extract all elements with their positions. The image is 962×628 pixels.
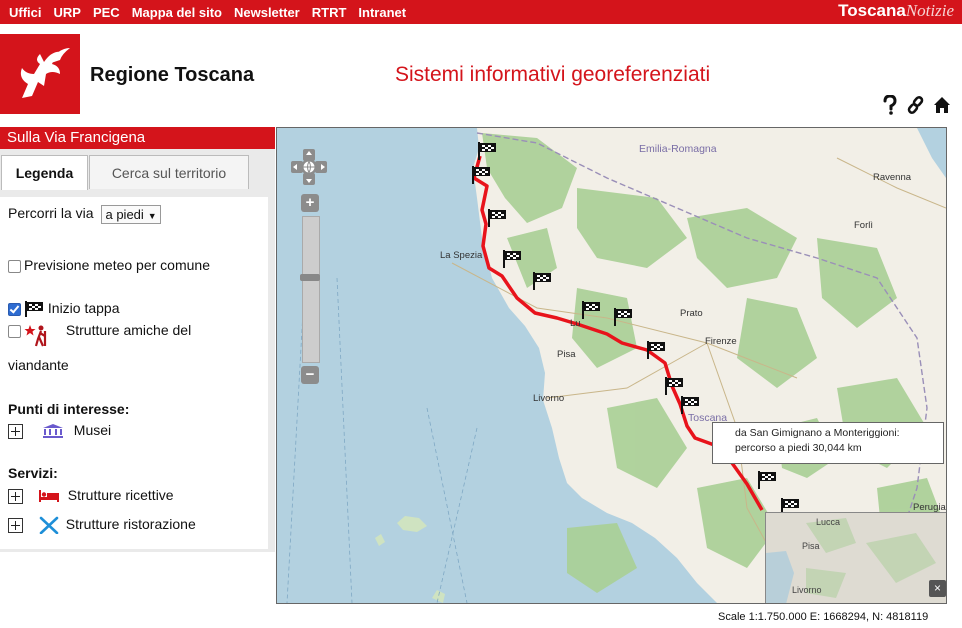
expand-musei-button[interactable]: [8, 423, 23, 439]
percorri-select-value: a piedi: [105, 207, 144, 222]
label-lucca-fragment: Lu: [570, 318, 581, 329]
meteo-row: Previsione meteo per comune: [8, 257, 210, 273]
zoom-in-button[interactable]: +: [301, 194, 319, 212]
overview-label-lucca: Lucca: [816, 517, 840, 527]
strutture-amiche-checkbox[interactable]: [8, 324, 21, 338]
nav-intranet[interactable]: Intranet: [358, 5, 406, 20]
nav-uffici[interactable]: Uffici: [9, 5, 42, 20]
popup-line-2: percorso a piedi 30,044 km: [735, 442, 862, 454]
zoom-slider-handle[interactable]: [300, 274, 320, 281]
servizi-header: Servizi:: [8, 465, 58, 481]
label-pisa: Pisa: [557, 349, 576, 360]
meteo-checkbox[interactable]: [8, 259, 21, 273]
tab-cerca-sul-territorio[interactable]: Cerca sul territorio: [89, 155, 249, 189]
overview-basemap: Lucca Pisa Livorno: [766, 513, 946, 603]
site-title: Regione Toscana: [90, 64, 255, 86]
flag-marker[interactable]: [533, 272, 551, 290]
label-livorno: Livorno: [533, 393, 564, 404]
panel-title: Sulla Via Francigena: [0, 127, 275, 149]
overview-label-livorno: Livorno: [792, 585, 822, 595]
inizio-row: Inizio tappa: [8, 300, 120, 318]
nav-rtrt[interactable]: RTRT: [312, 5, 347, 20]
strutture-amiche-label-2: viandante: [8, 357, 69, 373]
percorri-label: Percorri la via: [8, 205, 94, 222]
brand-bold: Toscana: [838, 1, 906, 20]
zoom-slider[interactable]: [302, 216, 320, 363]
hiker-icon: [24, 325, 47, 347]
expand-ricettive-button[interactable]: [8, 488, 23, 504]
inizio-tappa-checkbox[interactable]: [8, 302, 21, 316]
legend-body: Percorri la via a piedi ▼ Previsione mete…: [0, 197, 268, 549]
chevron-down-icon: ▼: [147, 211, 157, 221]
museum-icon: [42, 424, 63, 439]
stage-popup: da San Gimignano a Monteriggioni: percor…: [712, 422, 944, 464]
musei-label: Musei: [73, 422, 112, 438]
strutture-amiche-row-2: viandante: [8, 357, 69, 373]
toscana-notizie-link[interactable]: ToscanaNotizie: [838, 1, 954, 21]
pan-control[interactable]: [291, 149, 327, 185]
percorri-row: Percorri la via a piedi ▼: [8, 205, 161, 224]
nav-urp[interactable]: URP: [54, 5, 81, 20]
ricettive-row: Strutture ricettive: [8, 487, 174, 504]
home-icon[interactable]: [932, 94, 952, 116]
expand-ristorazione-button[interactable]: [8, 517, 23, 533]
nav-pec[interactable]: PEC: [93, 5, 120, 20]
top-nav: Uffici URP PEC Mappa del sito Newsletter…: [6, 0, 415, 24]
scale-coordinates: Scale 1:1.750.000 E: 1668294, N: 4818119: [718, 611, 929, 623]
legend-panel: Sulla Via Francigena Legenda Cerca sul t…: [0, 127, 275, 552]
musei-row: Musei: [8, 422, 111, 439]
zoom-out-button[interactable]: −: [301, 366, 319, 384]
label-prato: Prato: [680, 308, 703, 319]
label-emilia-romagna: Emilia-Romagna: [639, 143, 717, 155]
app-title: Sistemi informativi georeferenziati: [395, 63, 711, 86]
flag-marker[interactable]: [758, 471, 776, 489]
link-icon[interactable]: [906, 94, 926, 116]
ricettive-label: Strutture ricettive: [67, 487, 174, 503]
popup-line-1: da San Gimignano a Monteriggioni:: [735, 427, 900, 439]
overview-map[interactable]: Lucca Pisa Livorno: [765, 512, 946, 603]
cutlery-icon: [39, 516, 59, 535]
label-la-spezia: La Spezia: [440, 250, 483, 261]
ristorazione-label: Strutture ristorazione: [65, 516, 196, 532]
bed-icon: [38, 490, 59, 503]
ristorazione-row: Strutture ristorazione: [8, 516, 196, 535]
strutture-amiche-row: Strutture amiche del: [8, 322, 268, 348]
close-icon[interactable]: ×: [929, 580, 946, 597]
label-firenze: Firenze: [705, 336, 737, 347]
panel-tabs: Legenda Cerca sul territorio: [0, 155, 275, 190]
tab-legenda[interactable]: Legenda: [1, 155, 88, 190]
top-bar: Uffici URP PEC Mappa del sito Newsletter…: [0, 0, 962, 24]
help-icon[interactable]: [880, 94, 900, 116]
map-viewport[interactable]: Emilia-Romagna Ravenna Forlì La Spezia P…: [276, 127, 947, 604]
punti-interesse-header: Punti di interesse:: [8, 401, 130, 417]
flag-marker[interactable]: [488, 209, 506, 227]
header-tools: [880, 94, 952, 116]
overview-label-pisa: Pisa: [802, 541, 820, 551]
strutture-amiche-label: Strutture amiche del: [65, 322, 192, 338]
regione-toscana-logo[interactable]: [0, 34, 80, 114]
flag-icon: [25, 301, 43, 318]
brand-italic: Notizie: [905, 1, 954, 20]
inizio-tappa-label: Inizio tappa: [47, 300, 120, 316]
meteo-label: Previsione meteo per comune: [24, 257, 210, 273]
percorri-select[interactable]: a piedi ▼: [101, 205, 161, 224]
nav-mappa-del-sito[interactable]: Mappa del sito: [132, 5, 222, 20]
label-ravenna: Ravenna: [873, 172, 912, 183]
label-forli: Forlì: [854, 220, 873, 231]
nav-newsletter[interactable]: Newsletter: [234, 5, 300, 20]
